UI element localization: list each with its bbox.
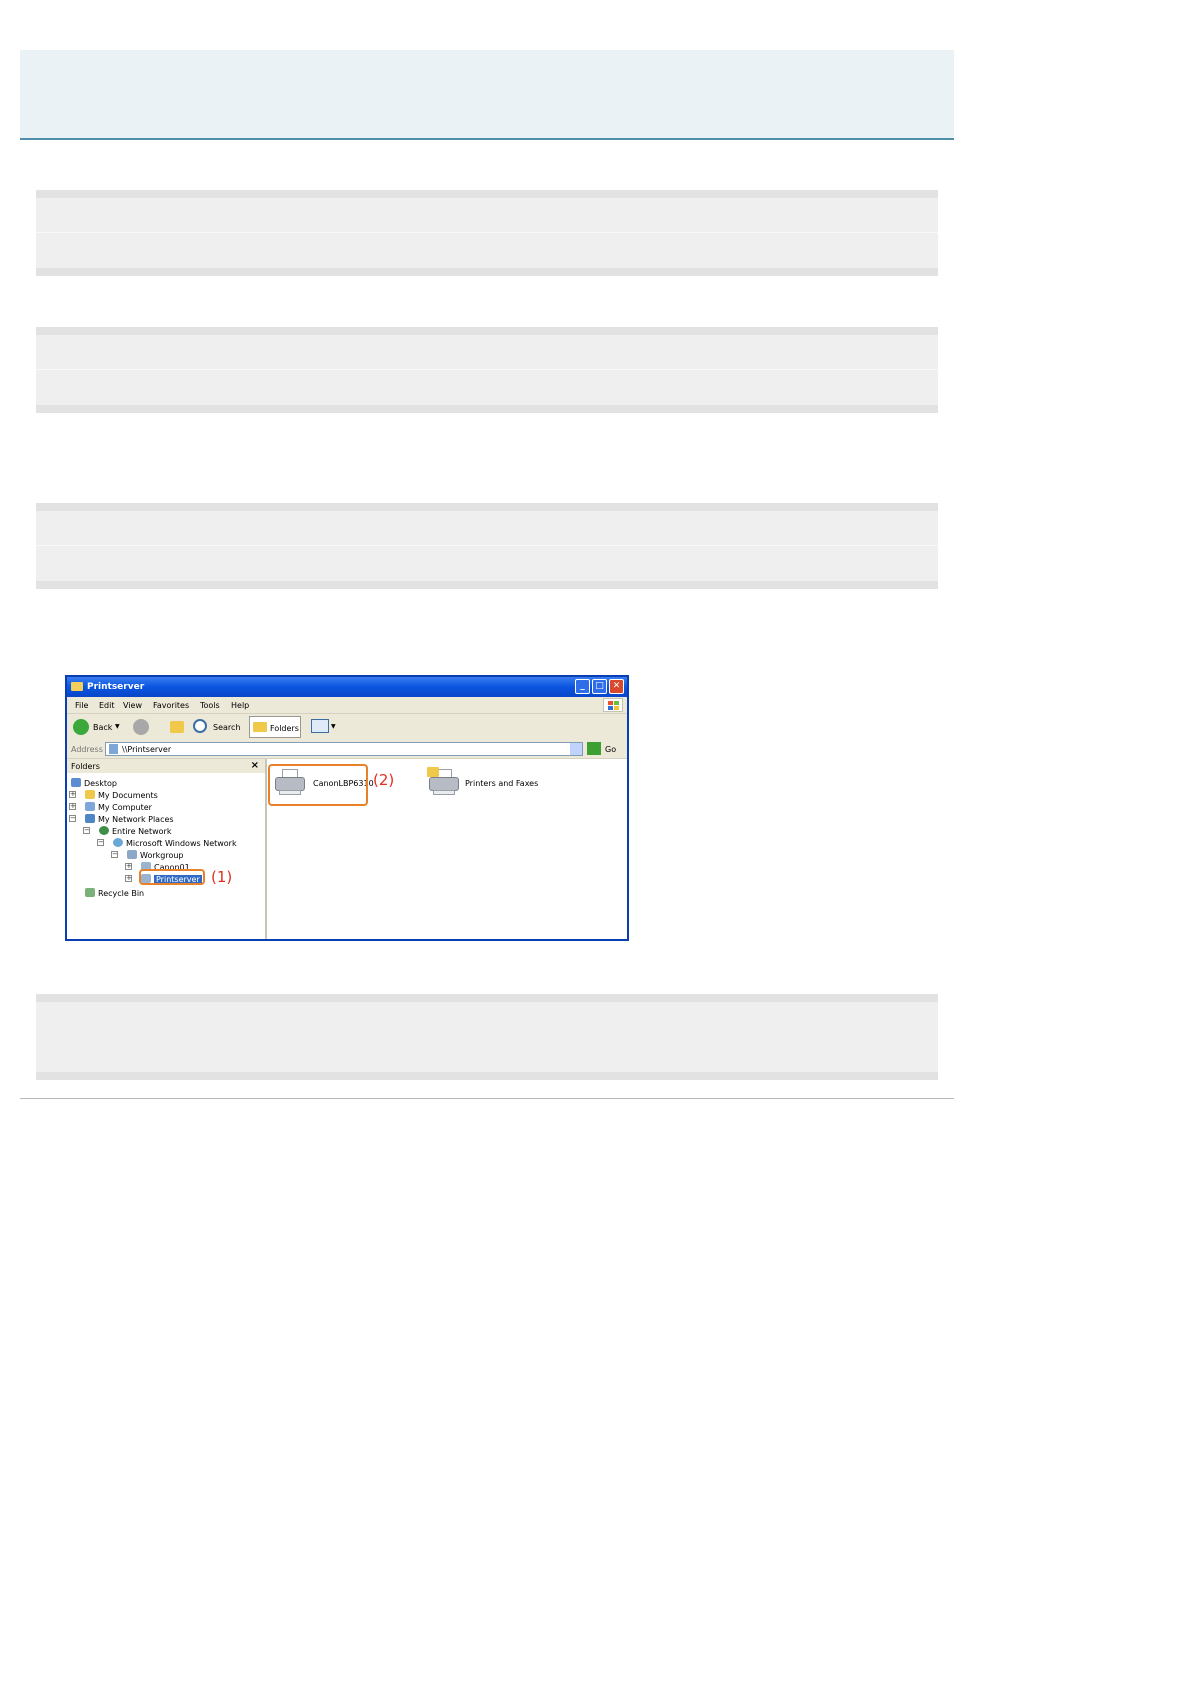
callout-box-2 — [268, 764, 368, 806]
menu-edit[interactable]: Edit — [99, 701, 115, 710]
expand-icon[interactable]: + — [125, 863, 132, 870]
search-icon — [193, 719, 207, 733]
collapse-icon[interactable]: − — [111, 851, 118, 858]
collapse-icon[interactable]: − — [97, 839, 104, 846]
window-title: Printserver — [87, 682, 145, 692]
computer-icon — [85, 802, 95, 811]
folders-pane-header: Folders × — [67, 759, 265, 773]
desktop-icon — [71, 778, 81, 787]
callout-box-1 — [139, 869, 205, 885]
go-button[interactable]: Go — [605, 745, 616, 754]
note-box-3 — [36, 503, 938, 589]
windows-network-icon — [113, 838, 123, 847]
workgroup-icon — [127, 850, 137, 859]
menu-file[interactable]: File — [75, 701, 88, 710]
callout-label-1: (1) — [211, 868, 233, 886]
globe-icon — [99, 826, 109, 835]
back-button[interactable]: Back ▼ — [73, 718, 123, 736]
network-places-icon — [85, 814, 95, 823]
chevron-down-icon: ▼ — [115, 723, 120, 730]
collapse-icon[interactable]: − — [69, 815, 76, 822]
menu-view[interactable]: View — [123, 701, 142, 710]
network-computer-icon — [109, 744, 118, 754]
close-button[interactable]: ✕ — [609, 679, 624, 694]
folders-button[interactable]: Folders — [249, 716, 301, 738]
address-bar: Address \\Printserver Go — [67, 740, 627, 759]
windows-logo-icon — [603, 698, 623, 712]
folder-icon — [85, 790, 95, 799]
expand-icon[interactable]: + — [69, 803, 76, 810]
toolbar: Back ▼ Search Folders ▼ — [67, 714, 627, 741]
collapse-icon[interactable]: − — [83, 827, 90, 834]
note-box-4 — [36, 994, 938, 1080]
address-input[interactable]: \\Printserver — [105, 742, 583, 756]
back-arrow-icon — [73, 719, 89, 735]
explorer-window-screenshot: Printserver _ □ ✕ File Edit View Favorit… — [65, 675, 629, 941]
folders-pane: Folders × Desktop + My Documents + My Co… — [67, 759, 267, 939]
folder-icon — [71, 682, 83, 691]
go-arrow-icon[interactable] — [587, 742, 601, 755]
expand-icon[interactable]: + — [69, 791, 76, 798]
minimize-button[interactable]: _ — [575, 679, 590, 694]
item-printers-and-faxes[interactable]: Printers and Faxes — [465, 779, 538, 788]
views-button[interactable] — [311, 719, 329, 733]
menu-favorites[interactable]: Favorites — [153, 701, 189, 710]
chevron-down-icon[interactable]: ▼ — [331, 723, 336, 730]
address-label: Address — [71, 745, 103, 754]
recycle-bin-icon — [85, 888, 95, 897]
address-dropdown-icon[interactable] — [570, 743, 582, 755]
close-icon[interactable]: × — [251, 760, 259, 771]
window-titlebar: Printserver _ □ ✕ — [67, 677, 627, 697]
menu-help[interactable]: Help — [231, 701, 249, 710]
menu-bar: File Edit View Favorites Tools Help — [67, 697, 627, 714]
callout-label-2: (2) — [373, 771, 395, 789]
page-header-band — [20, 50, 954, 140]
up-folder-icon — [170, 721, 184, 733]
expand-icon[interactable]: + — [125, 875, 132, 882]
note-box-2 — [36, 327, 938, 413]
up-folder-button[interactable] — [169, 718, 187, 736]
menu-tools[interactable]: Tools — [200, 701, 220, 710]
forward-button[interactable] — [133, 718, 163, 736]
bottom-rule — [20, 1098, 954, 1099]
printers-and-faxes-icon[interactable] — [427, 767, 461, 797]
forward-arrow-icon — [133, 719, 149, 735]
folder-icon — [253, 722, 267, 732]
note-box-1 — [36, 190, 938, 276]
maximize-button[interactable]: □ — [592, 679, 607, 694]
search-button[interactable]: Search — [193, 718, 243, 736]
